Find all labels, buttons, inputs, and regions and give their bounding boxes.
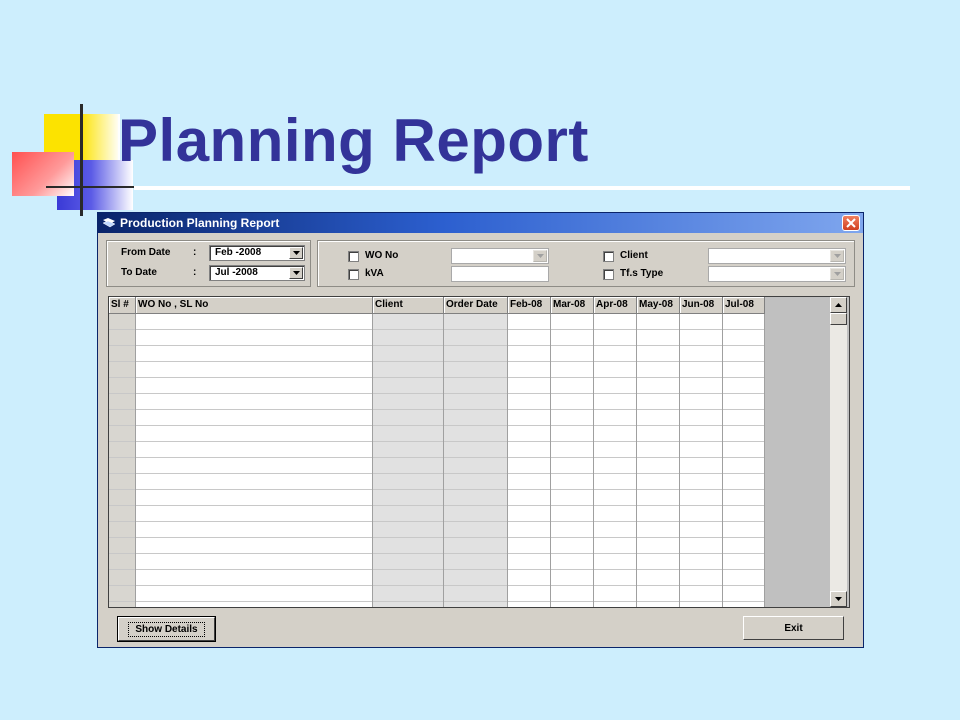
- col-header-order-date[interactable]: Order Date: [444, 297, 508, 314]
- arrow-up-icon: [835, 303, 842, 307]
- grid-column-sl[interactable]: [109, 314, 136, 607]
- from-date-label: From Date: [121, 247, 171, 258]
- grid-column-may-08[interactable]: [637, 314, 680, 607]
- grid-header-row: Sl # WO No , SL No Client Order Date Feb…: [109, 297, 765, 314]
- grid-column-jul-08[interactable]: [723, 314, 765, 607]
- wo-no-dropdown[interactable]: [533, 250, 547, 262]
- app-icon: [102, 218, 116, 228]
- grid-content: Sl # WO No , SL No Client Order Date Feb…: [109, 297, 765, 607]
- chevron-down-icon: [536, 254, 544, 258]
- tfs-type-label: Tf.s Type: [620, 268, 664, 279]
- col-header-apr-08[interactable]: Apr-08: [594, 297, 637, 314]
- to-date-value: Jul -2008: [215, 267, 258, 278]
- close-icon: [846, 218, 856, 228]
- kva-input[interactable]: [451, 266, 549, 282]
- to-date-select[interactable]: Jul -2008: [209, 265, 305, 281]
- production-planning-window: Production Planning Report From Date : F…: [97, 212, 864, 648]
- tfs-type-select[interactable]: [708, 266, 846, 282]
- grid-body: [109, 314, 765, 607]
- from-date-select[interactable]: Feb -2008: [209, 245, 305, 261]
- decor-vertical-line: [80, 104, 83, 216]
- client-checkbox[interactable]: [603, 251, 614, 262]
- window-title: Production Planning Report: [120, 216, 280, 230]
- col-header-mar-08[interactable]: Mar-08: [551, 297, 594, 314]
- show-details-button[interactable]: Show Details: [117, 616, 216, 642]
- grid-vertical-scrollbar[interactable]: [830, 297, 847, 607]
- col-header-may-08[interactable]: May-08: [637, 297, 680, 314]
- close-button[interactable]: [842, 215, 860, 231]
- col-header-jul-08[interactable]: Jul-08: [723, 297, 765, 314]
- tfs-type-dropdown[interactable]: [830, 268, 844, 280]
- date-range-panel: From Date : Feb -2008 To Date : Jul -200…: [106, 240, 311, 287]
- col-header-wo-no[interactable]: WO No , SL No: [136, 297, 373, 314]
- chevron-down-icon: [833, 272, 841, 276]
- wo-no-label: WO No: [365, 250, 399, 261]
- wo-no-checkbox[interactable]: [348, 251, 359, 262]
- kva-checkbox[interactable]: [348, 269, 359, 280]
- tfs-type-checkbox[interactable]: [603, 269, 614, 280]
- grid-column-feb-08[interactable]: [508, 314, 551, 607]
- window-titlebar[interactable]: Production Planning Report: [98, 213, 863, 233]
- grid-column-jun-08[interactable]: [680, 314, 723, 607]
- from-date-value: Feb -2008: [215, 247, 262, 258]
- exit-label: Exit: [784, 622, 803, 634]
- grid-column-order-date[interactable]: [444, 314, 508, 607]
- col-header-jun-08[interactable]: Jun-08: [680, 297, 723, 314]
- planning-grid[interactable]: Sl # WO No , SL No Client Order Date Feb…: [108, 296, 850, 608]
- scroll-down-button[interactable]: [830, 591, 847, 607]
- client-label: Client: [620, 250, 648, 261]
- from-date-dropdown[interactable]: [289, 247, 303, 259]
- chevron-down-icon: [833, 254, 841, 258]
- scroll-thumb[interactable]: [830, 313, 847, 325]
- col-header-sl[interactable]: Sl #: [109, 297, 136, 314]
- client-select[interactable]: [708, 248, 846, 264]
- title-underline: [134, 186, 910, 190]
- col-header-feb-08[interactable]: Feb-08: [508, 297, 551, 314]
- decor-red-square: [12, 152, 74, 196]
- grid-column-mar-08[interactable]: [551, 314, 594, 607]
- wo-no-select[interactable]: [451, 248, 549, 264]
- chevron-down-icon: [292, 271, 300, 275]
- to-date-label: To Date: [121, 267, 157, 278]
- client-dropdown[interactable]: [830, 250, 844, 262]
- scroll-up-button[interactable]: [830, 297, 847, 313]
- exit-button[interactable]: Exit: [743, 616, 844, 640]
- decor-horizontal-line: [46, 186, 136, 188]
- filter-panel: WO No kVA Client Tf.s Type: [317, 240, 855, 287]
- show-details-label: Show Details: [128, 621, 205, 637]
- to-date-dropdown[interactable]: [289, 267, 303, 279]
- arrow-down-icon: [835, 597, 842, 601]
- col-header-client[interactable]: Client: [373, 297, 444, 314]
- to-date-separator: :: [193, 267, 197, 278]
- slide-title: Planning Report: [118, 107, 589, 174]
- chevron-down-icon: [292, 251, 300, 255]
- grid-column-client[interactable]: [373, 314, 444, 607]
- grid-column-wo-no[interactable]: [136, 314, 373, 607]
- grid-column-apr-08[interactable]: [594, 314, 637, 607]
- kva-label: kVA: [365, 268, 384, 279]
- from-date-separator: :: [193, 247, 197, 258]
